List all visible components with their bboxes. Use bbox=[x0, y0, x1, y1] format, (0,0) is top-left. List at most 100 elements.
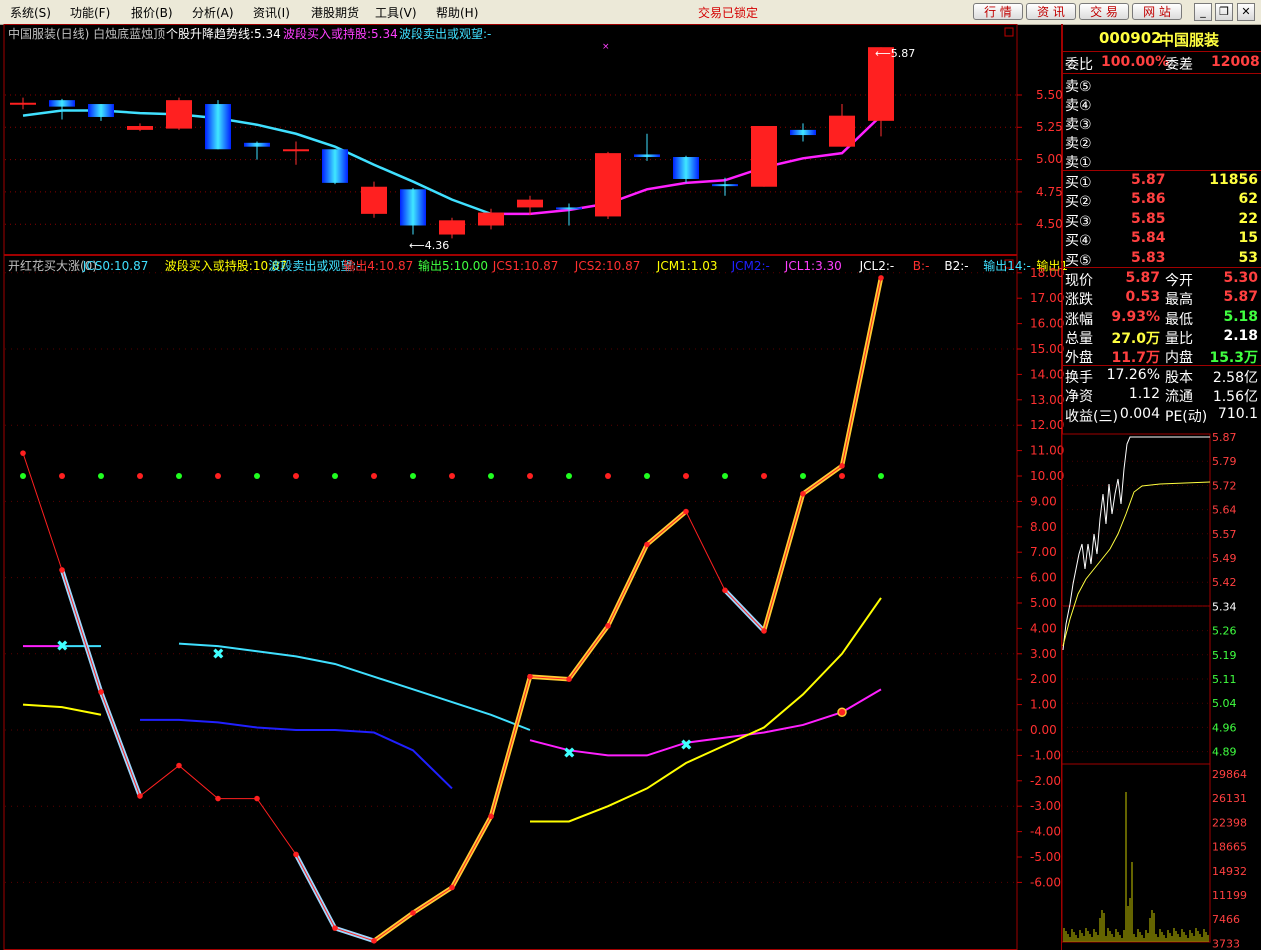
output5-dot bbox=[683, 473, 689, 479]
red-line-point bbox=[449, 884, 455, 891]
candle-body bbox=[49, 100, 75, 107]
quote-panel: 000902 中国服装 委比 100.00% 委差 12008 卖⑤ 卖④ 卖③ 卖②… bbox=[1062, 24, 1261, 434]
sell-level-label: 卖① bbox=[1065, 155, 1092, 171]
lower-legend-item: JCS0:10.87 bbox=[82, 259, 149, 273]
candle-body bbox=[400, 189, 426, 226]
buy-level-label: 买④ bbox=[1065, 233, 1092, 250]
menu-quote[interactable]: 报价(B) bbox=[131, 4, 173, 21]
stat-label: PE(动) bbox=[1165, 408, 1208, 425]
red-line-point bbox=[98, 689, 104, 695]
stat-label: 最高 bbox=[1165, 292, 1193, 309]
lower-legend-item: JCS1:10.87 bbox=[492, 259, 559, 273]
lower-legend-item: JCL2:- bbox=[859, 259, 895, 273]
lower-tick-label: 7.00 bbox=[1030, 545, 1057, 559]
candle-body bbox=[829, 115, 855, 147]
intraday-price-tick: 5.11 bbox=[1212, 673, 1237, 686]
red-line-point bbox=[683, 508, 689, 515]
news-button[interactable]: 资 讯 bbox=[1026, 3, 1076, 20]
lower-legend-item: 输出4:10.87 bbox=[343, 258, 413, 273]
output5-dot bbox=[98, 473, 104, 479]
sell-level-label: 卖③ bbox=[1065, 117, 1092, 133]
intraday-volume-tick: 3733 bbox=[1212, 937, 1240, 950]
stock-code: 000902 bbox=[1099, 29, 1162, 47]
intraday-price-tick: 5.64 bbox=[1212, 504, 1237, 517]
red-line-point bbox=[254, 795, 260, 802]
intraday-chart: 5.875.795.725.645.575.495.425.345.265.19… bbox=[1062, 431, 1247, 950]
lower-tick-label: -4.00 bbox=[1030, 825, 1061, 839]
output5-dot bbox=[215, 473, 221, 479]
lower-y-axis: 18.00 17.00 16.00 15.00 14.00 13.00 12.00 11.00… bbox=[1017, 266, 1064, 889]
upper-legend-sell: 波段卖出或观望:- bbox=[399, 26, 491, 41]
menu-hk-futures[interactable]: 港股期货 bbox=[311, 4, 359, 21]
cross-marker: × bbox=[602, 42, 610, 52]
upper-legend-trend: 个股升降趋势线:5.34 bbox=[166, 27, 281, 41]
stat-value: 5.18 bbox=[1223, 308, 1258, 325]
intraday-volume-tick: 26131 bbox=[1212, 792, 1247, 805]
candle-body bbox=[751, 126, 777, 187]
stat-value: 1.56亿 bbox=[1212, 389, 1258, 406]
buy-level-label: 买② bbox=[1065, 194, 1092, 211]
cross-signal-icon: ✖ bbox=[563, 744, 576, 762]
candle-body bbox=[439, 220, 465, 235]
menu-help[interactable]: 帮助(H) bbox=[436, 4, 478, 21]
buy-level-price: 5.86 bbox=[1131, 191, 1166, 208]
red-line-point bbox=[761, 628, 767, 634]
intraday-price-tick: 5.72 bbox=[1212, 479, 1237, 492]
trade-button[interactable]: 交 易 bbox=[1079, 3, 1129, 20]
jcl1-magenta-line-right bbox=[529, 688, 882, 757]
intraday-price-tick: 5.42 bbox=[1212, 576, 1237, 589]
upper-y-axis: 5.50 5.25 5.00 4.75 4.50 bbox=[1036, 88, 1063, 231]
stat-label: 换手 bbox=[1065, 370, 1093, 386]
high-marker-label: ⟵5.87 bbox=[875, 47, 915, 60]
lower-tick-label: -1.00 bbox=[1030, 748, 1061, 762]
lower-tick-label: 14.00 bbox=[1030, 367, 1064, 381]
candle-body bbox=[517, 199, 543, 208]
jcm2-blue-line bbox=[140, 718, 453, 790]
stat-label: 涨跌 bbox=[1065, 292, 1093, 309]
lower-tick-label: 1.00 bbox=[1030, 698, 1057, 712]
intraday-price-tick: 5.26 bbox=[1212, 625, 1237, 638]
upper-tick-4.50: 4.50 bbox=[1036, 217, 1063, 231]
candle-body bbox=[322, 149, 348, 183]
lower-legend-item: JCS2:10.87 bbox=[574, 259, 641, 273]
output5-dot bbox=[722, 473, 728, 479]
menu-system[interactable]: 系统(S) bbox=[10, 4, 51, 21]
highlight-band bbox=[605, 509, 688, 627]
upper-tick-4.75: 4.75 bbox=[1036, 185, 1063, 199]
lower-legend: 开红花买大涨(0)JCS0:10.87 波段买入或持股:10.87波段卖出或观望:… bbox=[8, 258, 1068, 273]
lower-tick-label: 13.00 bbox=[1030, 393, 1064, 407]
lower-tick-label: -5.00 bbox=[1030, 850, 1061, 864]
candle-body bbox=[361, 186, 387, 214]
lower-legend-item: 输出5:10.00 bbox=[418, 258, 488, 273]
stat-label: 收益(三) bbox=[1065, 408, 1118, 425]
red-line-point bbox=[59, 567, 65, 573]
weibi-label: 委比 bbox=[1065, 57, 1093, 73]
lower-legend-item: B2:- bbox=[944, 259, 968, 273]
menu-function[interactable]: 功能(F) bbox=[70, 4, 110, 21]
website-button[interactable]: 网 站 bbox=[1132, 3, 1182, 20]
upper-pane-close-icon[interactable] bbox=[1004, 27, 1014, 37]
close-icon[interactable]: ✕ bbox=[1237, 3, 1255, 21]
lower-tick-label: -2.00 bbox=[1030, 774, 1061, 788]
intraday-price-tick: 5.19 bbox=[1212, 649, 1237, 662]
buy-level-volume: 22 bbox=[1238, 210, 1258, 227]
intraday-price-tick: 4.89 bbox=[1212, 746, 1237, 759]
lower-tick-label: -6.00 bbox=[1030, 875, 1061, 889]
menu-tools[interactable]: 工具(V) bbox=[375, 4, 417, 21]
output5-dot bbox=[761, 473, 767, 479]
menu-info[interactable]: 资讯(I) bbox=[253, 4, 290, 21]
red-line-point bbox=[527, 673, 533, 680]
stat-value: 2.58亿 bbox=[1212, 370, 1258, 386]
red-line-point bbox=[20, 450, 26, 456]
restore-icon[interactable]: ❐ bbox=[1215, 3, 1233, 21]
stat-value: 1.12 bbox=[1128, 386, 1160, 403]
market-button[interactable]: 行 情 bbox=[973, 3, 1023, 20]
output5-dot bbox=[254, 473, 260, 479]
menu-analysis[interactable]: 分析(A) bbox=[192, 4, 234, 21]
minimize-icon[interactable]: _ bbox=[1194, 3, 1212, 21]
stat-value: 2.18 bbox=[1223, 327, 1258, 344]
buy-level-volume: 15 bbox=[1238, 230, 1258, 247]
stat-label: 流通 bbox=[1165, 389, 1193, 406]
trade-lock-status: 交易已锁定 bbox=[698, 6, 759, 20]
candle-body bbox=[283, 149, 309, 152]
